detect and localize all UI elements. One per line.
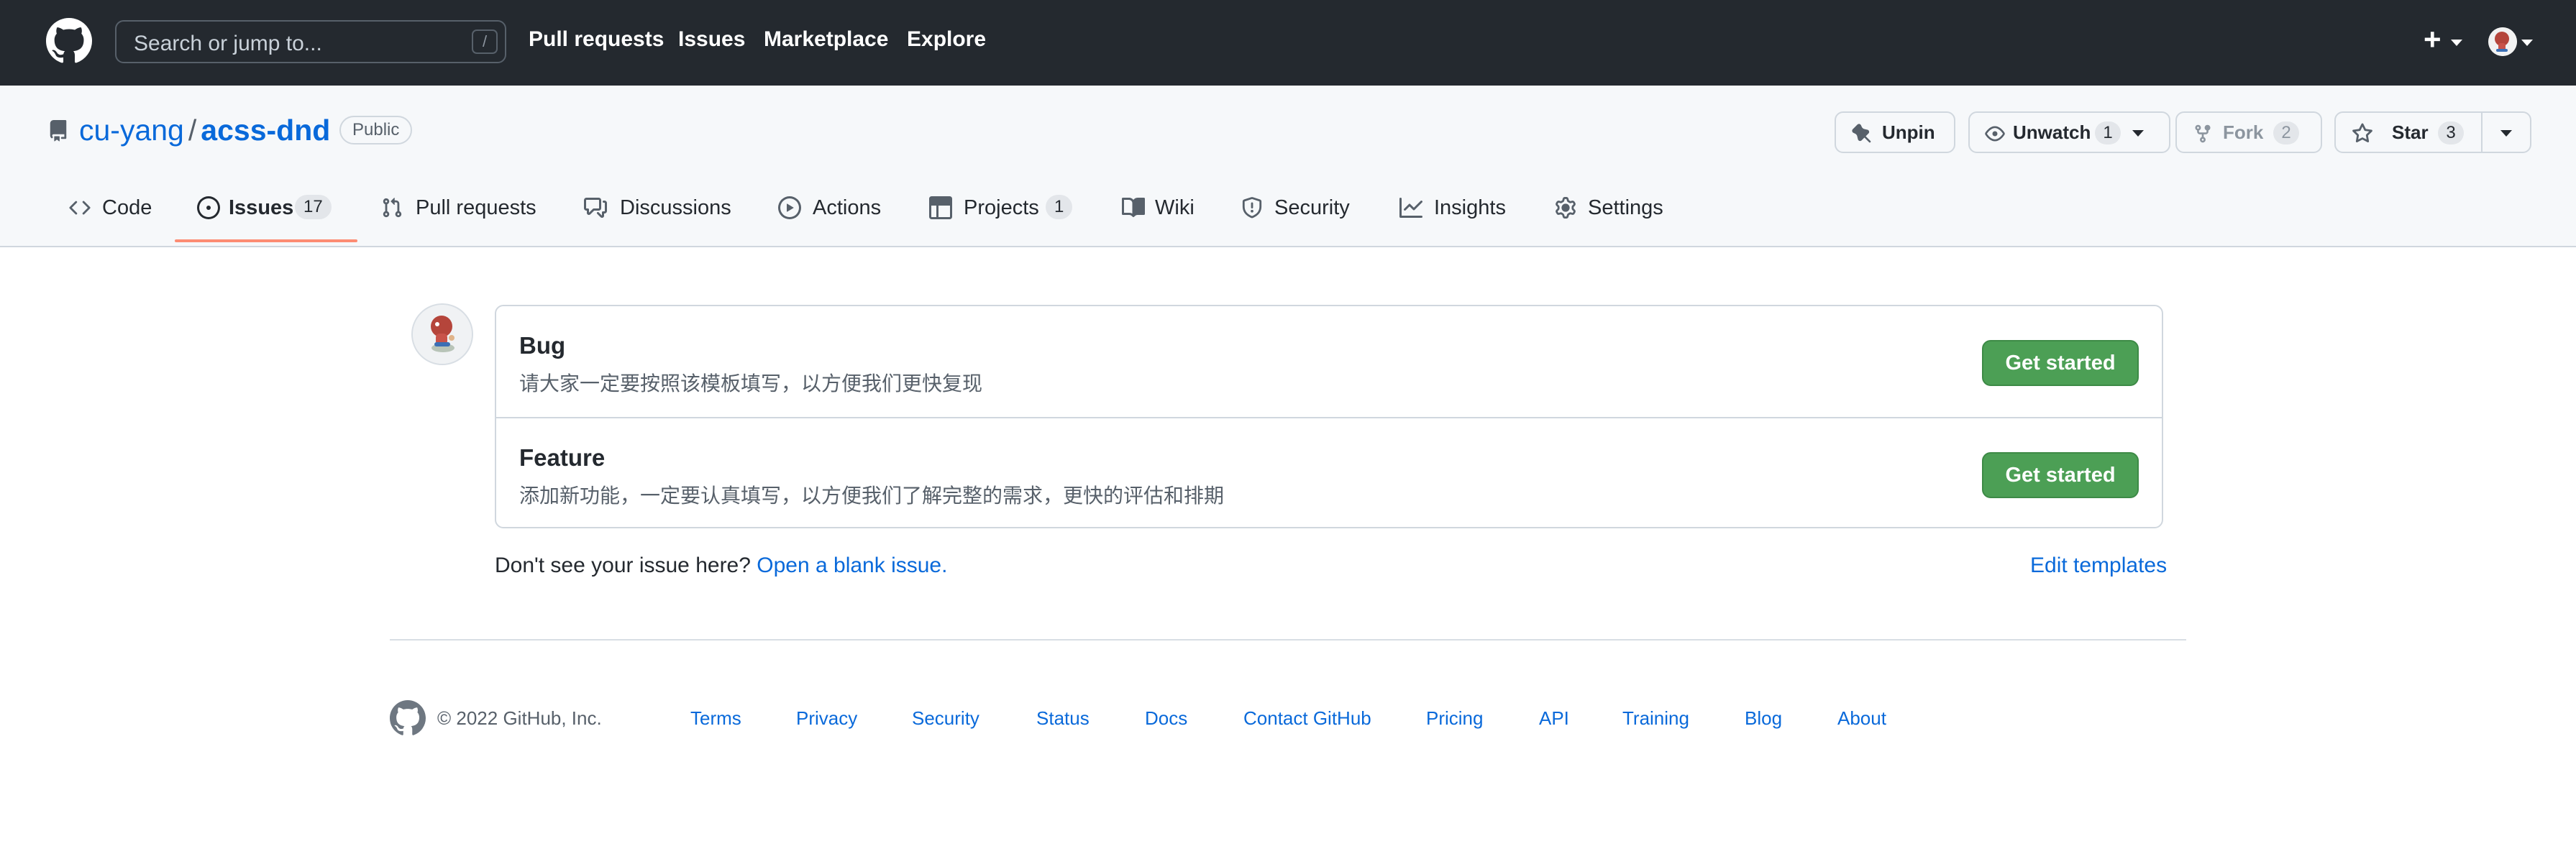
tab-code-label: Code bbox=[102, 196, 152, 219]
selected-tab-indicator bbox=[175, 239, 357, 242]
play-icon bbox=[778, 196, 801, 219]
footer-link-blog[interactable]: Blog bbox=[1745, 707, 1782, 730]
unpin-button[interactable]: Unpin bbox=[1835, 111, 1955, 153]
tab-actions-label: Actions bbox=[813, 196, 882, 219]
avatar-character-icon bbox=[2488, 27, 2517, 56]
tab-wiki-label: Wiki bbox=[1155, 196, 1195, 219]
footer-link-status[interactable]: Status bbox=[1036, 707, 1090, 730]
edit-templates-link[interactable]: Edit templates bbox=[2030, 554, 2167, 578]
repository-header: cu-yang / acss-dnd Public Unpin Unwatch 1 … bbox=[0, 86, 2576, 247]
topnav-explore[interactable]: Explore bbox=[907, 27, 986, 52]
tab-insights-label: Insights bbox=[1434, 196, 1506, 219]
star-button-divider bbox=[2481, 111, 2483, 153]
star-label: Star bbox=[2392, 121, 2429, 143]
tab-security-label: Security bbox=[1274, 196, 1350, 219]
footer-link-training[interactable]: Training bbox=[1622, 707, 1689, 730]
github-logo-icon[interactable] bbox=[46, 18, 92, 64]
topnav-marketplace[interactable]: Marketplace bbox=[764, 27, 888, 52]
search-input[interactable]: Search or jump to... / bbox=[115, 20, 506, 63]
watch-count: 1 bbox=[2095, 121, 2121, 144]
footer-link-pricing[interactable]: Pricing bbox=[1426, 707, 1483, 730]
open-blank-issue-link[interactable]: Open a blank issue. bbox=[757, 554, 947, 577]
code-icon bbox=[69, 201, 91, 215]
tab-settings-label: Settings bbox=[1588, 196, 1663, 219]
tab-pull-requests-label: Pull requests bbox=[416, 196, 536, 219]
blank-issue-prompt: Don't see your issue here? Open a blank … bbox=[495, 554, 947, 578]
gear-icon bbox=[1556, 197, 1576, 219]
tab-issues-count: 17 bbox=[295, 195, 332, 219]
tab-projects-count: 1 bbox=[1046, 195, 1073, 219]
issue-template-row-feature: Feature 添加新功能，一定要认真填写，以方便我们了解完整的需求，更快的评估… bbox=[496, 417, 2162, 528]
footer-link-terms[interactable]: Terms bbox=[690, 707, 741, 730]
unwatch-label: Unwatch bbox=[2013, 121, 2091, 143]
footer-link-privacy[interactable]: Privacy bbox=[796, 707, 857, 730]
footer-link-docs[interactable]: Docs bbox=[1145, 707, 1187, 730]
repo-owner-link[interactable]: cu-yang bbox=[79, 114, 184, 147]
global-header: Search or jump to... / Pull requests Iss… bbox=[0, 0, 2576, 86]
repo-title: cu-yang / acss-dnd bbox=[79, 111, 330, 149]
footer-link-security[interactable]: Security bbox=[912, 707, 979, 730]
star-lists-caret-icon[interactable] bbox=[2500, 130, 2512, 137]
github-logo-icon[interactable] bbox=[390, 700, 426, 736]
user-menu-caret-icon[interactable] bbox=[2521, 40, 2533, 46]
pin-slash-icon bbox=[1852, 124, 1871, 143]
repo-name-link[interactable]: acss-dnd bbox=[201, 114, 330, 147]
issue-opened-icon bbox=[197, 196, 220, 219]
table-icon bbox=[929, 196, 952, 219]
search-placeholder: Search or jump to... bbox=[134, 32, 322, 55]
visibility-badge: Public bbox=[339, 116, 413, 144]
issue-templates-list: Bug 请大家一定要按照该模板填写，以方便我们更快复现 Get started … bbox=[495, 305, 2163, 528]
get-started-button[interactable]: Get started bbox=[1982, 340, 2139, 386]
star-button[interactable]: Star 3 bbox=[2334, 111, 2531, 153]
fork-count: 2 bbox=[2273, 121, 2299, 144]
footer-link-api[interactable]: API bbox=[1539, 707, 1569, 730]
eye-icon bbox=[1985, 126, 2005, 142]
repo-icon bbox=[50, 120, 67, 142]
template-description: 请大家一定要按照该模板填写，以方便我们更快复现 bbox=[519, 372, 983, 395]
watch-caret-icon[interactable] bbox=[2132, 130, 2144, 137]
get-started-button[interactable]: Get started bbox=[1982, 452, 2139, 498]
tab-issues-label: Issues bbox=[229, 196, 294, 219]
footer-divider bbox=[390, 639, 2186, 640]
footer-link-about[interactable]: About bbox=[1837, 707, 1886, 730]
avatar-character-icon bbox=[413, 305, 472, 364]
template-description: 添加新功能，一定要认真填写，以方便我们了解完整的需求，更快的评估和排期 bbox=[519, 485, 1225, 507]
shield-icon bbox=[1242, 197, 1262, 219]
repo-forked-icon bbox=[2195, 124, 2211, 143]
fork-label: Fork bbox=[2223, 121, 2264, 143]
author-avatar[interactable] bbox=[411, 303, 473, 365]
create-new-caret-icon[interactable] bbox=[2451, 40, 2462, 46]
footer-copyright: © 2022 GitHub, Inc. bbox=[437, 707, 602, 729]
git-pull-request-icon bbox=[383, 198, 402, 218]
fork-button[interactable]: Fork 2 bbox=[2175, 111, 2322, 153]
unwatch-button[interactable]: Unwatch 1 bbox=[1968, 111, 2170, 153]
comment-discussion-icon bbox=[584, 198, 607, 218]
topnav-issues[interactable]: Issues bbox=[678, 27, 745, 52]
graph-icon bbox=[1399, 198, 1422, 218]
tab-discussions-label: Discussions bbox=[620, 196, 731, 219]
template-title: Bug bbox=[519, 332, 566, 359]
create-new-plus-icon[interactable]: + bbox=[2424, 22, 2442, 58]
star-icon bbox=[2352, 123, 2372, 143]
footer-link-contact[interactable]: Contact GitHub bbox=[1243, 707, 1371, 730]
repo-path-separator: / bbox=[188, 114, 197, 147]
tab-projects-label: Projects bbox=[964, 196, 1039, 219]
topnav-pull-requests[interactable]: Pull requests bbox=[529, 27, 664, 52]
unpin-label: Unpin bbox=[1882, 121, 1935, 143]
issue-template-row-bug: Bug 请大家一定要按照该模板填写，以方便我们更快复现 Get started bbox=[496, 306, 2162, 417]
search-shortcut-key: / bbox=[472, 29, 498, 54]
template-title: Feature bbox=[519, 444, 606, 471]
star-count: 3 bbox=[2438, 121, 2464, 144]
blank-issue-question: Don't see your issue here? bbox=[495, 554, 751, 577]
book-icon bbox=[1122, 197, 1145, 217]
user-avatar[interactable] bbox=[2488, 27, 2517, 56]
